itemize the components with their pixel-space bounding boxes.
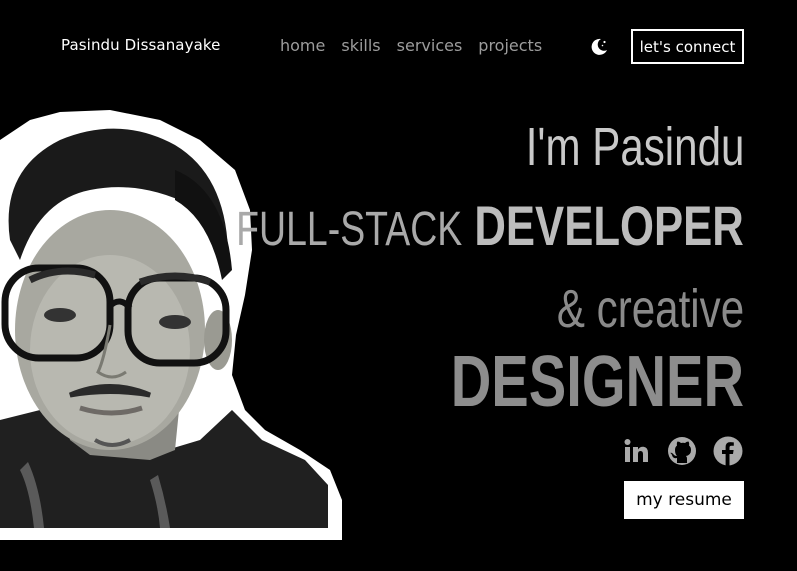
nav-services[interactable]: services bbox=[397, 36, 463, 55]
role-main: DEVELOPER bbox=[474, 194, 744, 257]
nav-projects[interactable]: projects bbox=[478, 36, 542, 55]
resume-button[interactable]: my resume bbox=[624, 481, 744, 519]
portfolio-page: Pasindu Dissanayake home skills services… bbox=[0, 0, 797, 571]
role2-main: DESIGNER bbox=[450, 342, 744, 422]
hero-headline: I'm Pasindu FULL-STACK DEVELOPER & creat… bbox=[236, 120, 744, 420]
role-line: FULL-STACK DEVELOPER bbox=[236, 198, 744, 254]
main-nav: home skills services projects bbox=[280, 36, 542, 55]
role2-prefix: creative bbox=[596, 279, 744, 339]
greeting: I'm Pasindu bbox=[525, 120, 744, 174]
nav-home[interactable]: home bbox=[280, 36, 325, 55]
nav-skills[interactable]: skills bbox=[341, 36, 380, 55]
facebook-icon[interactable] bbox=[713, 436, 743, 466]
moon-icon[interactable] bbox=[588, 36, 610, 58]
greeting-text: I'm Pasindu bbox=[525, 117, 744, 177]
role2-line: & creative bbox=[557, 282, 744, 336]
linkedin-icon[interactable] bbox=[621, 436, 651, 466]
brand-name[interactable]: Pasindu Dissanayake bbox=[61, 36, 220, 54]
ampersand: & bbox=[556, 279, 585, 339]
role2-main-line: DESIGNER bbox=[451, 346, 744, 418]
social-links bbox=[621, 436, 743, 466]
github-icon[interactable] bbox=[667, 436, 697, 466]
role-prefix: FULL-STACK bbox=[236, 203, 463, 256]
connect-button[interactable]: let's connect bbox=[631, 29, 744, 64]
